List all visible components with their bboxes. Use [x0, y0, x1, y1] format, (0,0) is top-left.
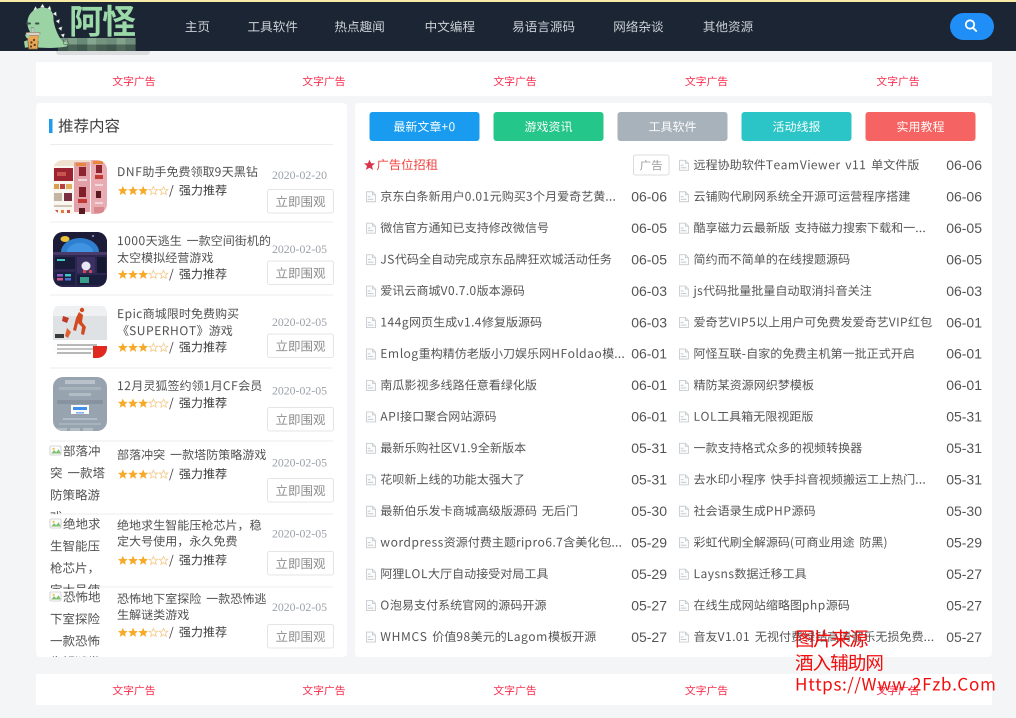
svg-text:05-29: 05-29 — [631, 534, 667, 550]
svg-text:05-27: 05-27 — [946, 597, 982, 613]
svg-text:05-27: 05-27 — [631, 629, 667, 645]
svg-text:06-01: 06-01 — [631, 409, 667, 425]
svg-text:05-27: 05-27 — [631, 597, 667, 613]
svg-text:05-31: 05-31 — [946, 409, 982, 425]
svg-text:2020-02-05: 2020-02-05 — [272, 527, 327, 541]
svg-text:2020-02-20: 2020-02-20 — [272, 168, 327, 182]
svg-text:2020-02-05: 2020-02-05 — [272, 600, 327, 614]
svg-text:05-31: 05-31 — [946, 440, 982, 456]
svg-text:05-31: 05-31 — [631, 472, 667, 488]
svg-text:06-06: 06-06 — [946, 188, 982, 204]
svg-text:06-06: 06-06 — [946, 157, 982, 173]
svg-text:05-29: 05-29 — [631, 566, 667, 582]
svg-text:06-03: 06-03 — [946, 283, 982, 299]
svg-text:06-03: 06-03 — [631, 314, 667, 330]
svg-text:05-27: 05-27 — [946, 566, 982, 582]
svg-text:06-01: 06-01 — [946, 314, 982, 330]
svg-text:06-01: 06-01 — [631, 346, 667, 362]
svg-text:06-03: 06-03 — [631, 283, 667, 299]
svg-text:2020-02-05: 2020-02-05 — [272, 242, 327, 256]
svg-text:06-06: 06-06 — [631, 188, 667, 204]
svg-text:05-29: 05-29 — [946, 534, 982, 550]
svg-text:05-30: 05-30 — [631, 503, 667, 519]
svg-text:06-05: 06-05 — [631, 251, 667, 267]
svg-text:06-05: 06-05 — [946, 251, 982, 267]
svg-text:06-05: 06-05 — [631, 220, 667, 236]
svg-text:06-01: 06-01 — [946, 346, 982, 362]
svg-text:05-30: 05-30 — [946, 503, 982, 519]
svg-text:06-01: 06-01 — [631, 377, 667, 393]
svg-text:06-05: 06-05 — [946, 220, 982, 236]
svg-text:2020-02-05: 2020-02-05 — [272, 456, 327, 470]
svg-text:2020-02-05: 2020-02-05 — [272, 384, 327, 398]
svg-text:2020-02-05: 2020-02-05 — [272, 315, 327, 329]
svg-text:05-31: 05-31 — [631, 440, 667, 456]
svg-text:05-27: 05-27 — [946, 629, 982, 645]
svg-text:05-31: 05-31 — [946, 472, 982, 488]
svg-text:06-01: 06-01 — [946, 377, 982, 393]
